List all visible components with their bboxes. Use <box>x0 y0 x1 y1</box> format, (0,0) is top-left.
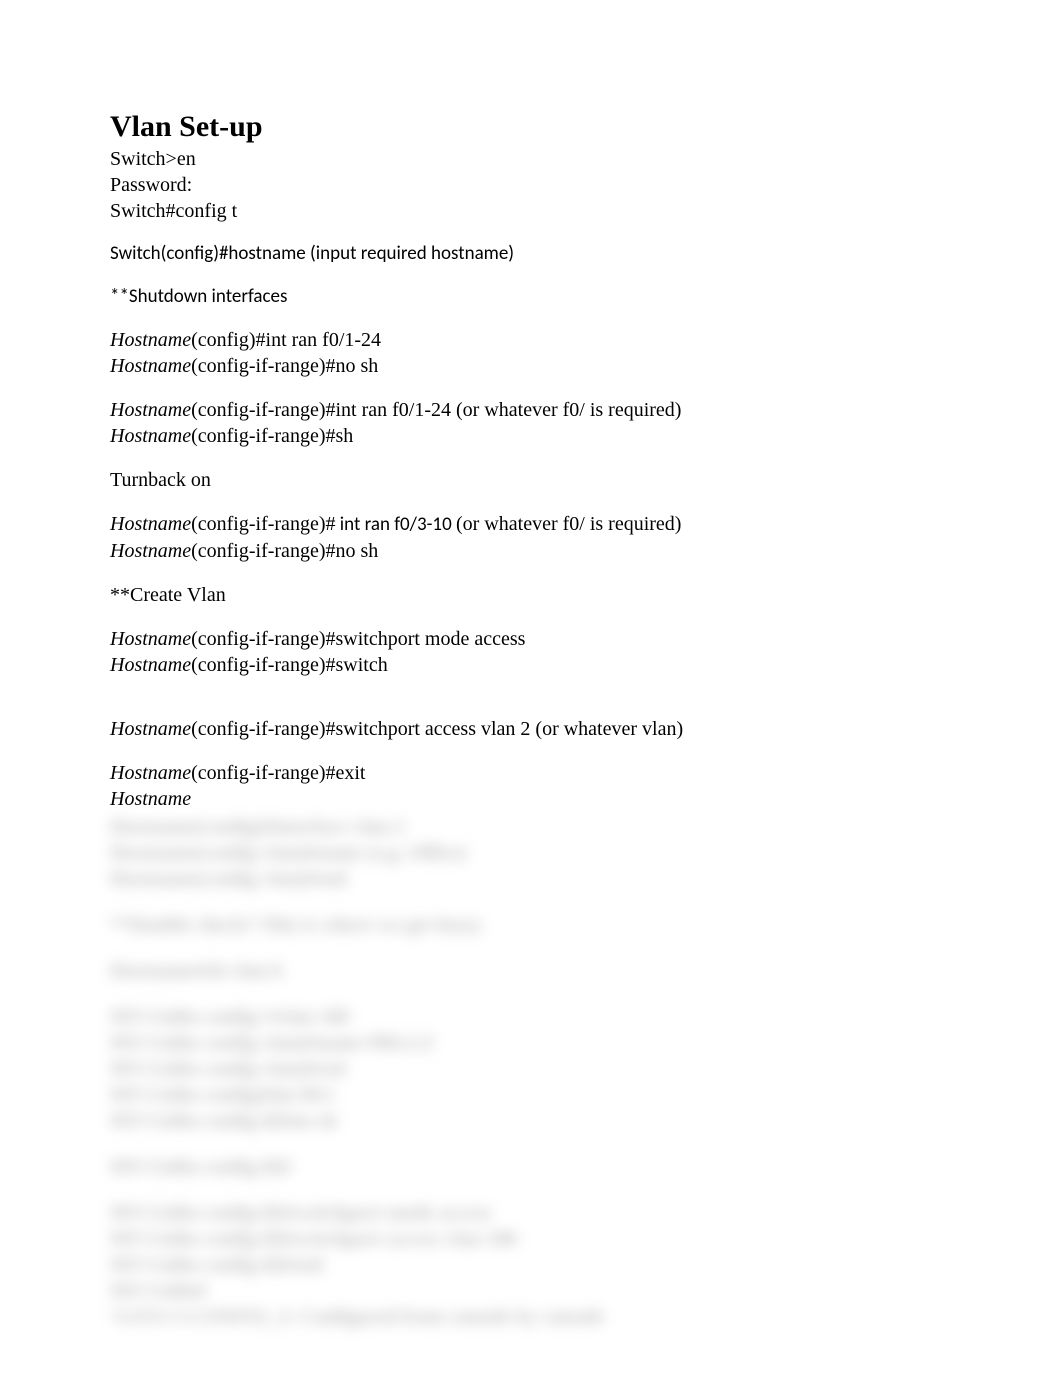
cli-line: Hostname(config-if-range)#sh <box>110 423 952 449</box>
cli-sans-text: int ran f0/3-10 <box>335 513 456 536</box>
hostname-italic: Hostname <box>110 329 191 351</box>
blurred-line: MY-Unfin-config-if)#switchport access vl… <box>110 1226 952 1252</box>
hostname-italic: Hostname <box>110 355 191 377</box>
cli-line: Hostname <box>110 786 952 812</box>
cli-text: (config-if-range)#no sh <box>191 540 378 562</box>
hostname-italic: Hostname <box>110 425 191 447</box>
cli-line: Hostname(config)#int ran f0/1-24 <box>110 327 952 353</box>
cli-line: Switch#config t <box>110 198 952 224</box>
note-line: **Create Vlan <box>110 582 952 608</box>
hostname-italic: Hostname <box>110 628 191 650</box>
hostname-italic: Hostname <box>110 399 191 421</box>
hostname-italic: Hostname <box>110 540 191 562</box>
blurred-line: %SYS-5-CONFIG_I: Configured from console… <box>110 1304 952 1330</box>
cli-line: Switch(config)#hostname (input required … <box>110 242 952 267</box>
blurred-line: **Double check? This is where we get fuz… <box>110 912 952 938</box>
blurred-line: Hostname(config-vlan)#name (e.g. Office) <box>110 840 952 866</box>
cli-text: (config-if-range)#exit <box>191 762 365 784</box>
blurred-line: MY-Unfin-config-if)#end <box>110 1252 952 1278</box>
cli-text: (config-if-range)#int ran f0/1-24 (or wh… <box>191 399 681 421</box>
cli-line: Switch>en <box>110 146 952 172</box>
note-line: Turnback on <box>110 467 952 493</box>
cli-line: Hostname(config-if-range)#no sh <box>110 353 952 379</box>
cli-line: Hostname(config-if-range)#no sh <box>110 538 952 564</box>
blurred-line: MY-Unfin-config-vlan)#name PRLLZ <box>110 1030 952 1056</box>
blurred-line: Hostname#sh vlan b <box>110 958 952 984</box>
cli-text: (config-if-range)#no sh <box>191 355 378 377</box>
hostname-italic: Hostname <box>110 513 191 535</box>
cli-line: Hostname(config-if-range)#switch <box>110 652 952 678</box>
note-line: **Shutdown interfaces <box>110 285 952 310</box>
cli-line: Hostname(config-if-range)# int ran f0/3-… <box>110 511 952 538</box>
blurred-line: Hostname(config-vlan)#end <box>110 866 952 892</box>
cli-text: (config-if-range)# <box>191 513 335 535</box>
blurred-line: MY-Unfin-config-if)# <box>110 1154 952 1180</box>
cli-line: Hostname(config-if-range)#switchport mod… <box>110 626 952 652</box>
cli-line: Hostname(config-if-range)#switchport acc… <box>110 716 952 742</box>
cli-line: Hostname(config-if-range)#exit <box>110 760 952 786</box>
hostname-italic: Hostname <box>110 718 191 740</box>
cli-text: (config-if-range)#switchport mode access <box>191 628 525 650</box>
cli-text: (config)#int ran f0/1-24 <box>191 329 381 351</box>
blurred-line: MY-Unfin-config>#vlan 100 <box>110 1004 952 1030</box>
blurred-line: MY-Unfin-config-if)#no sh <box>110 1108 952 1134</box>
cli-text: (or whatever f0/ is required) <box>456 513 681 535</box>
blurred-line: MY-Unfin-config-vlan)#exit <box>110 1056 952 1082</box>
blurred-line: MY-Unfin-config)#int f0/2 <box>110 1082 952 1108</box>
page-title: Vlan Set-up <box>110 110 952 144</box>
cli-line: Password: <box>110 172 952 198</box>
cli-text: (config-if-range)#switch <box>191 654 388 676</box>
blurred-line: Hostname(config)#interface vlan 2 <box>110 814 952 840</box>
blurred-line: MY-Unfin# <box>110 1278 952 1304</box>
blurred-content: Hostname(config)#interface vlan 2 Hostna… <box>110 814 952 1330</box>
hostname-italic: Hostname <box>110 788 191 810</box>
hostname-italic: Hostname <box>110 654 191 676</box>
cli-line: Hostname(config-if-range)#int ran f0/1-2… <box>110 397 952 423</box>
hostname-italic: Hostname <box>110 762 191 784</box>
document-page: Vlan Set-up Switch>en Password: Switch#c… <box>0 0 1062 1370</box>
blurred-line: MY-Unfin-config-if)#switchport mode acce… <box>110 1200 952 1226</box>
cli-text: (config-if-range)#switchport access vlan… <box>191 718 683 740</box>
cli-text: (config-if-range)#sh <box>191 425 353 447</box>
